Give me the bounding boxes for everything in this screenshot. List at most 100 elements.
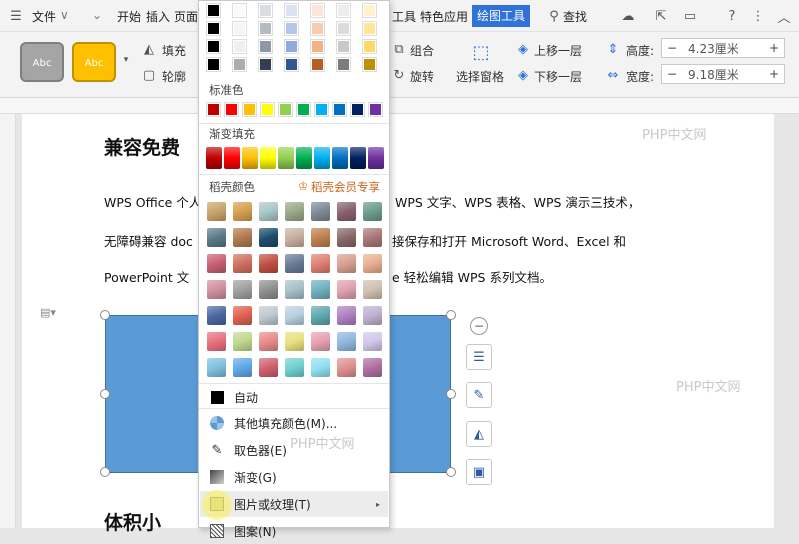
chevron-down-icon[interactable]: ∨ [60,8,69,22]
standard-color-swatch[interactable] [296,102,311,117]
gradient-fill-swatch[interactable] [314,147,330,169]
plus-icon[interactable]: + [764,41,784,55]
styles-more-icon[interactable]: ▾ [120,50,132,70]
theme-color-swatch[interactable] [310,3,325,18]
paragraph-icon[interactable]: ▤▾ [36,304,60,320]
standard-color-swatch[interactable] [314,102,329,117]
group-button[interactable]: 组合 [410,42,434,59]
shell-color-swatch[interactable] [285,332,304,351]
shell-color-swatch[interactable] [233,202,252,221]
shell-color-swatch[interactable] [337,254,356,273]
width-stepper[interactable]: −9.18厘米 + [661,64,785,84]
theme-color-swatch[interactable] [310,39,325,54]
height-stepper[interactable]: −4.23厘米 + [661,38,785,58]
shell-color-swatch[interactable] [363,332,382,351]
gradient-fill-swatch[interactable] [242,147,258,169]
shell-color-swatch[interactable] [233,358,252,377]
shell-color-swatch[interactable] [311,332,330,351]
shape-style-gold[interactable]: Abc [72,42,116,82]
resize-handle[interactable] [100,467,110,477]
quick-access-icon[interactable]: ⌄ [92,8,102,22]
shell-color-swatch[interactable] [311,202,330,221]
share-icon[interactable]: ⇱ [651,6,671,26]
hamburger-icon[interactable]: ☰ [8,7,24,25]
fill-bucket-icon[interactable]: ◭ [140,40,158,58]
theme-color-swatch[interactable] [362,57,377,72]
tab-insert[interactable]: 插入 [146,8,170,25]
shell-color-swatch[interactable] [337,202,356,221]
fill-button[interactable]: 填充 [162,42,186,59]
rotate-button[interactable]: 旋转 [410,68,434,85]
theme-color-swatch[interactable] [232,39,247,54]
theme-color-swatch[interactable] [284,57,299,72]
shell-color-swatch[interactable] [259,306,278,325]
theme-color-swatch[interactable] [258,21,273,36]
outline-button[interactable]: 轮廓 [162,68,186,85]
selection-pane-icon[interactable]: ⬚ [468,40,494,64]
standard-color-swatch[interactable] [278,102,293,117]
shell-color-swatch[interactable] [233,306,252,325]
theme-color-swatch[interactable] [232,21,247,36]
group-icon[interactable]: ⧉ [390,40,408,58]
bring-forward-button[interactable]: 上移一层 [534,42,582,59]
shell-color-swatch[interactable] [337,306,356,325]
theme-color-swatch[interactable] [284,21,299,36]
shell-color-swatch[interactable] [259,280,278,299]
shell-color-swatch[interactable] [207,358,226,377]
collapse-icon[interactable]: ︿ [774,6,794,26]
shell-color-swatch[interactable] [207,280,226,299]
theme-color-swatch[interactable] [206,3,221,18]
shell-color-swatch[interactable] [311,228,330,247]
theme-color-swatch[interactable] [362,39,377,54]
theme-color-swatch[interactable] [232,3,247,18]
shell-color-swatch[interactable] [363,280,382,299]
rotate-icon[interactable]: ↻ [390,66,408,84]
cloud-icon[interactable]: ☁ [618,6,638,26]
gradient-fill-swatch[interactable] [278,147,294,169]
help-icon[interactable]: ? [722,6,742,26]
theme-color-swatch[interactable] [258,39,273,54]
fill-bucket-icon[interactable]: ◭ [466,421,492,447]
send-backward-icon[interactable]: ◈ [514,66,532,84]
resize-handle[interactable] [100,310,110,320]
layout-options-icon[interactable]: ☰ [466,344,492,370]
height-value[interactable]: 4.23厘米 [682,40,764,57]
minus-icon[interactable]: − [662,67,682,81]
theme-color-swatch[interactable] [284,39,299,54]
shell-color-swatch[interactable] [233,254,252,273]
plus-icon[interactable]: + [764,67,784,81]
tab-tools[interactable]: 工具 [392,8,416,25]
shell-color-swatch[interactable] [285,228,304,247]
theme-color-swatch[interactable] [232,57,247,72]
resize-handle[interactable] [100,389,110,399]
gradient-item[interactable]: 渐变(G) [200,464,388,490]
brush-icon[interactable]: ✎ [466,382,492,408]
search-button[interactable]: 查找 [563,8,587,25]
gradient-fill-swatch[interactable] [260,147,276,169]
theme-color-swatch[interactable] [310,57,325,72]
shell-color-swatch[interactable] [259,358,278,377]
search-icon[interactable]: ⚲ [546,7,562,25]
shell-color-swatch[interactable] [285,254,304,273]
shell-color-swatch[interactable] [233,332,252,351]
shell-color-swatch[interactable] [363,202,382,221]
shell-color-swatch[interactable] [337,228,356,247]
shell-color-swatch[interactable] [207,332,226,351]
theme-color-swatch[interactable] [362,3,377,18]
theme-color-swatch[interactable] [206,39,221,54]
resize-handle[interactable] [446,467,456,477]
standard-color-swatch[interactable] [368,102,383,117]
shell-color-swatch[interactable] [311,358,330,377]
standard-color-swatch[interactable] [224,102,239,117]
shell-color-swatch[interactable] [285,280,304,299]
collapse-circle-icon[interactable]: − [470,317,488,335]
theme-color-swatch[interactable] [336,39,351,54]
shell-color-swatch[interactable] [207,202,226,221]
shell-color-swatch[interactable] [259,254,278,273]
tab-page[interactable]: 页面 [174,8,198,25]
theme-color-swatch[interactable] [284,3,299,18]
shell-color-swatch[interactable] [363,254,382,273]
shell-color-swatch[interactable] [337,280,356,299]
shell-color-swatch[interactable] [233,228,252,247]
theme-color-swatch[interactable] [206,21,221,36]
